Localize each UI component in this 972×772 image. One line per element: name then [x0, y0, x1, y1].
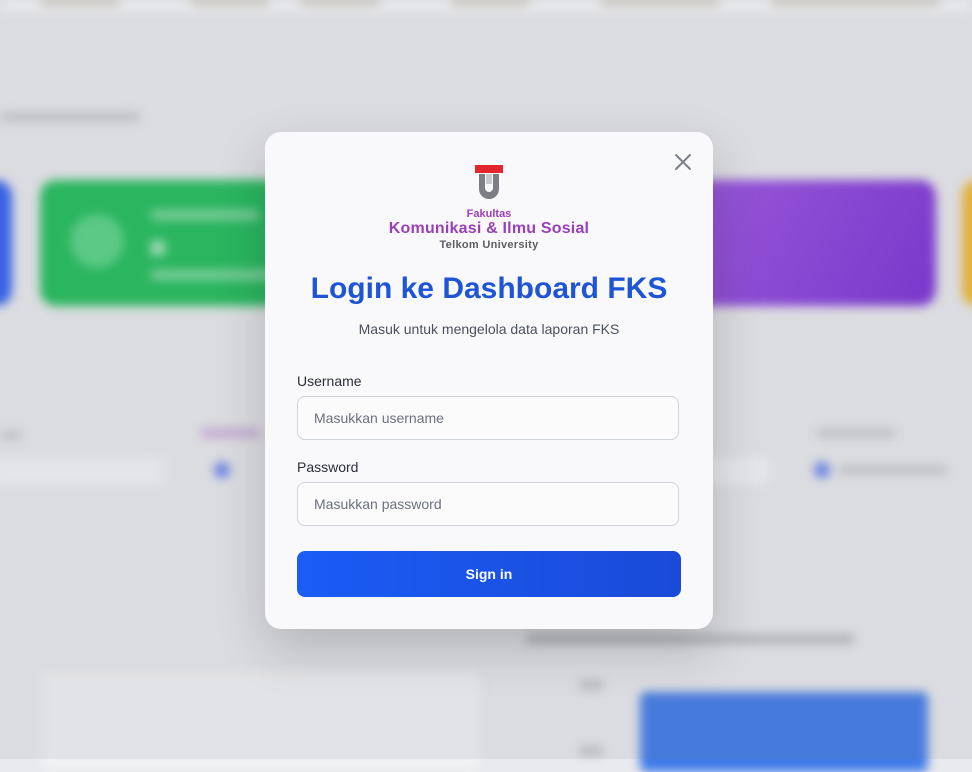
modal-title: Login ke Dashboard FKS [310, 272, 668, 305]
modal-subtitle: Masuk untuk mengelola data laporan FKS [358, 321, 620, 337]
password-input[interactable] [297, 482, 679, 526]
logo-faculty-name: Komunikasi & Ilmu Sosial [388, 220, 590, 237]
telkom-university-logo-icon [475, 165, 503, 199]
login-modal: Fakultas Komunikasi & Ilmu Sosial Telkom… [265, 132, 713, 629]
logo-university-name: Telkom University [439, 239, 539, 251]
username-input[interactable] [297, 396, 679, 440]
sign-in-button[interactable]: Sign in [297, 551, 681, 597]
faculty-logo: Fakultas Komunikasi & Ilmu Sosial Telkom… [265, 164, 713, 254]
logo-faculty-prefix: Fakultas [466, 208, 512, 220]
username-label: Username [297, 373, 362, 389]
password-label: Password [297, 459, 359, 475]
